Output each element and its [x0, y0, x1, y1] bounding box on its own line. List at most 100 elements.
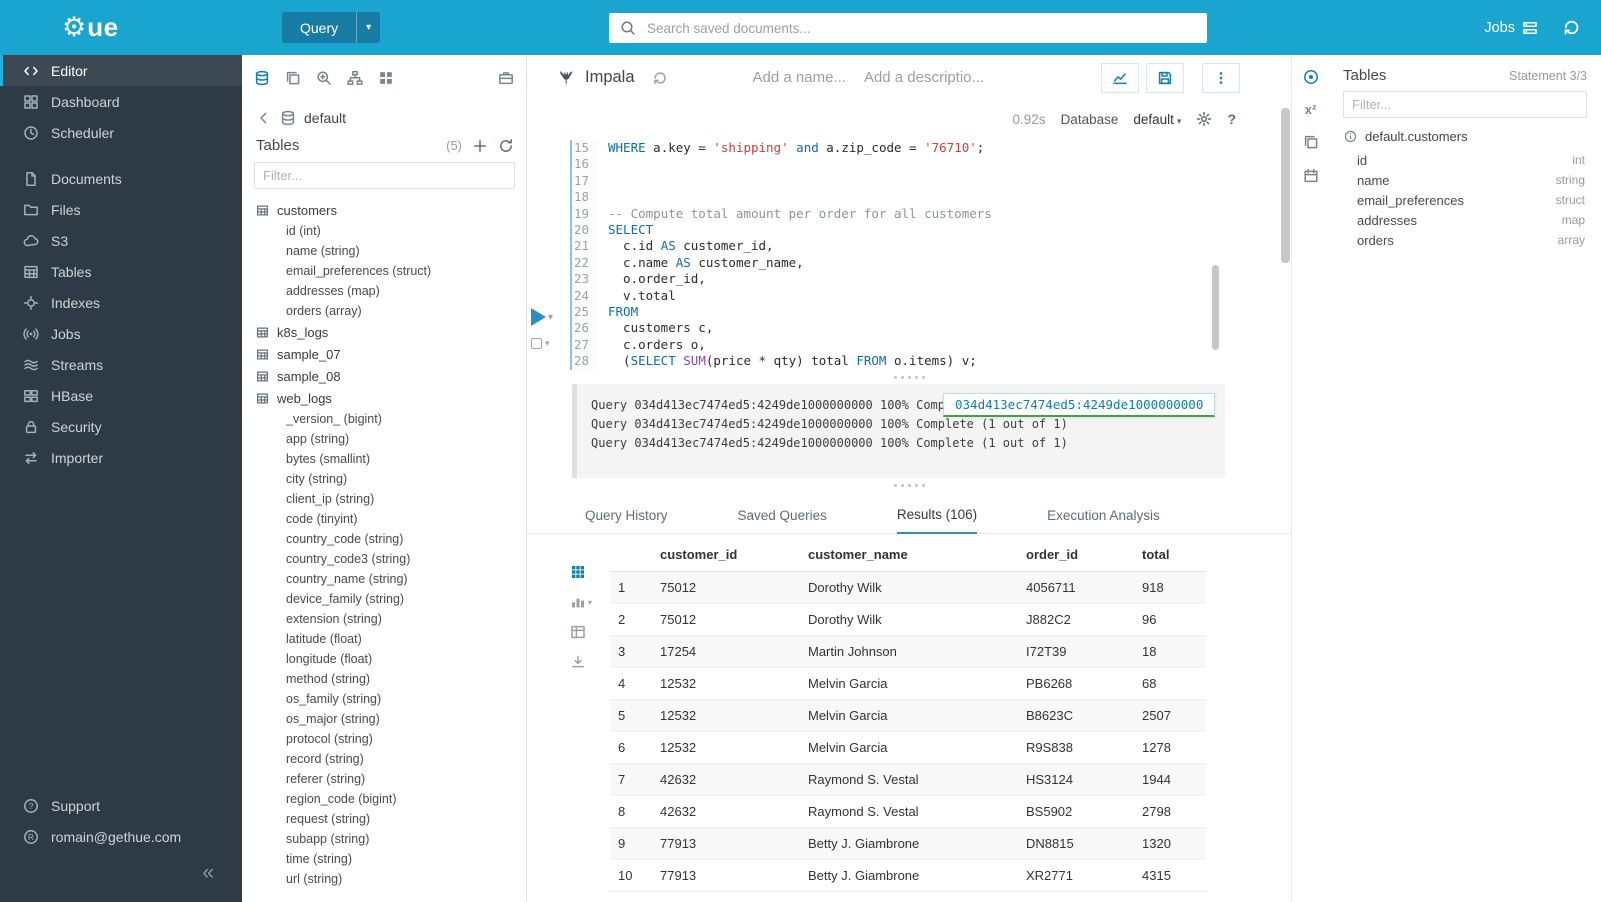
zoom-plus-icon[interactable] — [316, 70, 332, 86]
code-editor[interactable]: 1516171819202122232425262728 WHERE a.key… — [570, 138, 1291, 370]
chart-button[interactable] — [1101, 63, 1139, 93]
tree-column[interactable]: addresses (map) — [256, 281, 526, 301]
tree-table-k8s_logs[interactable]: k8s_logs — [256, 321, 526, 343]
sidebar-item-scheduler[interactable]: Scheduler — [0, 117, 242, 148]
tree-table-sample_07[interactable]: sample_07 — [256, 343, 526, 365]
tree-column[interactable]: client_ip (string) — [256, 489, 526, 509]
job-id-link[interactable]: 034d413ec7474ed5:4249de1000000000 — [943, 393, 1215, 417]
compass-icon[interactable] — [1303, 69, 1319, 85]
sidebar-item-s3[interactable]: S3 — [0, 225, 242, 256]
resize-handle-bottom[interactable] — [527, 478, 1291, 492]
query-type-caret-icon[interactable]: ▾ — [356, 12, 380, 43]
active-table-row[interactable]: default.customers — [1343, 118, 1587, 150]
tree-column[interactable]: method (string) — [256, 669, 526, 689]
sidebar-item-user[interactable]: R romain@gethue.com — [0, 821, 242, 852]
sidebar-item-streams[interactable]: Streams — [0, 349, 242, 380]
results-col-customer_name[interactable]: customer_name — [800, 540, 1018, 572]
tables-filter-input[interactable] — [254, 162, 515, 189]
settings-gear-icon[interactable] — [1196, 111, 1212, 127]
tree-table-sample_08[interactable]: sample_08 — [256, 365, 526, 387]
sidebar-item-importer[interactable]: Importer — [0, 442, 242, 473]
sidebar-item-jobs[interactable]: Jobs — [0, 318, 242, 349]
help-icon-small[interactable]: ? — [1227, 111, 1236, 127]
panel-scrollbar[interactable] — [1281, 108, 1290, 263]
tree-column[interactable]: region_code (bigint) — [256, 789, 526, 809]
breadcrumb-database[interactable]: default — [304, 110, 346, 126]
pivot-icon[interactable] — [570, 624, 586, 640]
result-format-control[interactable]: ▾ — [531, 338, 571, 349]
calendar-icon[interactable] — [1303, 168, 1319, 184]
tree-column[interactable]: id (int) — [256, 221, 526, 241]
sitemap-icon[interactable] — [347, 70, 363, 86]
appgrid-icon[interactable] — [378, 70, 394, 86]
tree-column[interactable]: request (string) — [256, 809, 526, 829]
column-row[interactable]: namestring — [1343, 170, 1587, 190]
tree-column[interactable]: extension (string) — [256, 609, 526, 629]
sidebar-item-hbase[interactable]: HBase — [0, 380, 242, 411]
tree-column[interactable]: device_family (string) — [256, 589, 526, 609]
sidebar-item-support[interactable]: ? Support — [0, 790, 242, 821]
tree-column[interactable]: _version_ (bigint) — [256, 409, 526, 429]
sidebar-item-dashboard[interactable]: Dashboard — [0, 86, 242, 117]
tree-column[interactable]: referer (string) — [256, 769, 526, 789]
tree-column[interactable]: user_agent (string) — [256, 889, 526, 892]
sidebar-item-documents[interactable]: Documents — [0, 163, 242, 194]
sidebar-item-tables[interactable]: Tables — [0, 256, 242, 287]
sidebar-item-security[interactable]: Security — [0, 411, 242, 442]
tree-column[interactable]: orders (array) — [256, 301, 526, 321]
column-row[interactable]: ordersarray — [1343, 230, 1587, 250]
query-history-icon[interactable] — [1562, 18, 1581, 37]
tree-column[interactable]: country_name (string) — [256, 569, 526, 589]
tab-query-history[interactable]: Query History — [585, 508, 668, 533]
resize-handle-top[interactable] — [527, 370, 1291, 384]
query-history-small-icon[interactable] — [652, 70, 668, 86]
column-row[interactable]: email_preferencesstruct — [1343, 190, 1587, 210]
run-options-caret-icon[interactable]: ▾ — [548, 312, 553, 323]
editor-scrollbar[interactable] — [1212, 265, 1219, 350]
results-col-customer_id[interactable]: customer_id — [652, 540, 800, 572]
tab-execution-analysis[interactable]: Execution Analysis — [1047, 508, 1160, 533]
query-name-input[interactable]: Add a name... — [753, 69, 846, 86]
superscript-icon[interactable]: x² — [1305, 103, 1317, 116]
tree-table-web_logs[interactable]: web_logs — [256, 387, 526, 409]
sidebar-item-files[interactable]: Files — [0, 194, 242, 225]
tree-column[interactable]: url (string) — [256, 869, 526, 889]
jobs-link[interactable]: Jobs — [1484, 20, 1538, 36]
column-row[interactable]: idint — [1343, 150, 1587, 170]
column-row[interactable]: addressesmap — [1343, 210, 1587, 230]
sidebar-item-indexes[interactable]: Indexes — [0, 287, 242, 318]
tree-column[interactable]: time (string) — [256, 849, 526, 869]
tree-column[interactable]: os_major (string) — [256, 709, 526, 729]
tree-column[interactable]: latitude (float) — [256, 629, 526, 649]
tree-column[interactable]: code (tinyint) — [256, 509, 526, 529]
tree-column[interactable]: country_code (string) — [256, 529, 526, 549]
query-description-input[interactable]: Add a descriptio... — [864, 69, 984, 86]
briefcase-icon[interactable] — [498, 70, 514, 86]
tree-column[interactable]: app (string) — [256, 429, 526, 449]
results-col-total[interactable]: total — [1134, 540, 1206, 572]
global-search[interactable] — [609, 13, 1207, 43]
collapse-sidebar-icon[interactable]: « — [202, 861, 214, 885]
run-query-button[interactable] — [531, 308, 546, 326]
tree-column[interactable]: record (string) — [256, 749, 526, 769]
tree-column[interactable]: longitude (float) — [256, 649, 526, 669]
tree-column[interactable]: os_family (string) — [256, 689, 526, 709]
copy-icon[interactable] — [285, 70, 301, 86]
barchart-icon[interactable]: ▾ — [570, 594, 592, 610]
editor-lines[interactable]: WHERE a.key = 'shipping' and a.zip_code … — [598, 140, 1291, 370]
refresh-tables-icon[interactable] — [498, 138, 514, 154]
save-button[interactable] — [1146, 63, 1184, 93]
results-col-order_id[interactable]: order_id — [1018, 540, 1134, 572]
docs-icon[interactable] — [1303, 134, 1319, 150]
grid-view-icon[interactable] — [570, 564, 586, 580]
tree-column[interactable]: city (string) — [256, 469, 526, 489]
tree-table-customers[interactable]: customers — [256, 199, 526, 221]
database-icon[interactable] — [254, 70, 270, 86]
tree-column[interactable]: subapp (string) — [256, 829, 526, 849]
add-table-icon[interactable] — [472, 138, 488, 154]
search-input[interactable] — [645, 20, 1196, 37]
hue-logo[interactable]: ⚙ ue — [0, 0, 242, 55]
more-actions-button[interactable] — [1202, 63, 1240, 93]
tree-column[interactable]: email_preferences (struct) — [256, 261, 526, 281]
tab-results-106[interactable]: Results (106) — [897, 507, 977, 534]
